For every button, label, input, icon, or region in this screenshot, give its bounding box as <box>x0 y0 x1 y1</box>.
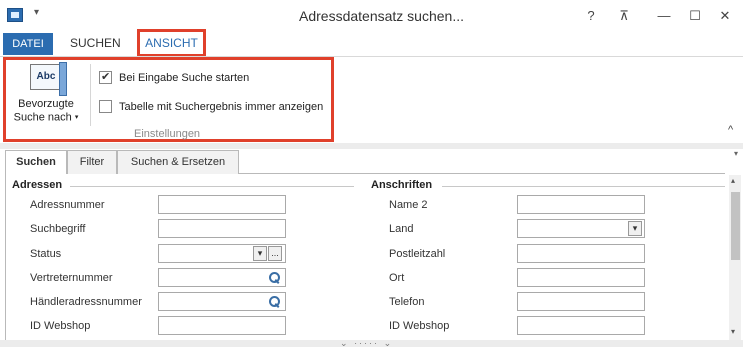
postleitzahl-input[interactable] <box>517 244 645 263</box>
suchbegriff-input[interactable] <box>158 219 286 238</box>
telefon-input[interactable] <box>517 292 645 311</box>
ort-input[interactable] <box>517 268 645 287</box>
label-adressnummer: Adressnummer <box>30 199 105 211</box>
section-divider <box>70 186 354 187</box>
section-title-adressen: Adressen <box>12 179 63 191</box>
label-id-webshop: ID Webshop <box>30 320 91 332</box>
search-icon[interactable] <box>268 295 281 308</box>
minimize-button[interactable]: — <box>652 6 676 26</box>
collapse-ribbon-icon[interactable]: ^ <box>728 124 733 136</box>
close-button[interactable]: ✕ <box>713 6 737 26</box>
tab-suchen-inner[interactable]: Suchen <box>5 150 67 175</box>
ribbon-separator <box>90 64 91 126</box>
label-vertreternummer: Vertreternummer <box>30 272 113 284</box>
land-select[interactable] <box>517 219 645 238</box>
label-status: Status <box>30 248 62 260</box>
id-webshop-2-input[interactable] <box>517 316 645 335</box>
label-telefon: Telefon <box>389 296 425 308</box>
land-dropdown-icon[interactable]: ▾ <box>628 221 642 236</box>
label-id-webshop-2: ID Webshop <box>389 320 450 332</box>
checkbox-search-on-input-label: Bei Eingabe Suche starten <box>119 72 250 84</box>
name2-input[interactable] <box>517 195 645 214</box>
label-ort: Ort <box>389 272 405 284</box>
preferred-search-button[interactable]: Bevorzugte Suche nach ▾ <box>12 98 80 124</box>
section-divider <box>442 186 725 187</box>
id-webshop-input[interactable] <box>158 316 286 335</box>
tab-ansicht[interactable]: ANSICHT <box>137 29 206 57</box>
splitter-left-icon: ⌄ <box>340 338 350 347</box>
tab-suchen[interactable]: SUCHEN <box>70 36 121 50</box>
scrollbar-thumb[interactable] <box>731 192 740 260</box>
tab-ansicht-label: ANSICHT <box>140 32 203 54</box>
splitter-right-icon: ⌄ <box>383 338 394 347</box>
tab-filter[interactable]: Filter <box>67 150 117 174</box>
scroll-down-icon[interactable]: ▾ <box>731 327 735 336</box>
help-button[interactable]: ? <box>579 6 603 26</box>
label-haendleradressnummer: Händleradressnummer <box>30 296 142 308</box>
haendleradressnummer-input[interactable] <box>158 292 286 311</box>
preferred-search-line2: Suche nach <box>13 111 72 124</box>
label-suchbegriff: Suchbegriff <box>30 223 86 235</box>
label-postleitzahl: Postleitzahl <box>389 248 446 260</box>
tab-datei[interactable]: DATEI <box>3 33 53 55</box>
status-dropdown-icon[interactable]: ▾ <box>253 246 267 261</box>
restore-ribbon-icon[interactable]: ⊼ <box>612 6 636 26</box>
maximize-button[interactable]: ☐ <box>683 6 707 26</box>
status-ellipsis-button[interactable]: ... <box>268 246 282 261</box>
label-land: Land <box>389 223 414 235</box>
panel-header-strip <box>0 143 743 149</box>
scroll-up-icon[interactable]: ▴ <box>731 176 735 185</box>
preferred-search-icon[interactable]: Abc <box>30 62 67 96</box>
search-icon[interactable] <box>268 271 281 284</box>
chevron-down-icon: ▾ <box>74 114 79 121</box>
tab-suchen-ersetzen[interactable]: Suchen & Ersetzen <box>117 150 239 174</box>
splitter-grip-icon[interactable]: ⌄ ····· ⌄ <box>340 338 393 347</box>
checkbox-always-show-results[interactable] <box>99 100 112 113</box>
label-name2: Name 2 <box>389 199 428 211</box>
ribbon-group-label: Einstellungen <box>134 128 201 140</box>
preferred-search-line1: Bevorzugte <box>18 98 74 110</box>
splitter-dots-icon: ····· <box>354 338 380 347</box>
adressnummer-input[interactable] <box>158 195 286 214</box>
checkbox-search-on-input[interactable] <box>99 70 112 84</box>
checkbox-always-show-results-label: Tabelle mit Suchergebnis immer anzeigen <box>119 101 324 113</box>
section-title-anschriften: Anschriften <box>371 179 433 191</box>
panel-menu-arrow-icon[interactable]: ▾ <box>734 149 738 158</box>
vertreternummer-input[interactable] <box>158 268 286 287</box>
